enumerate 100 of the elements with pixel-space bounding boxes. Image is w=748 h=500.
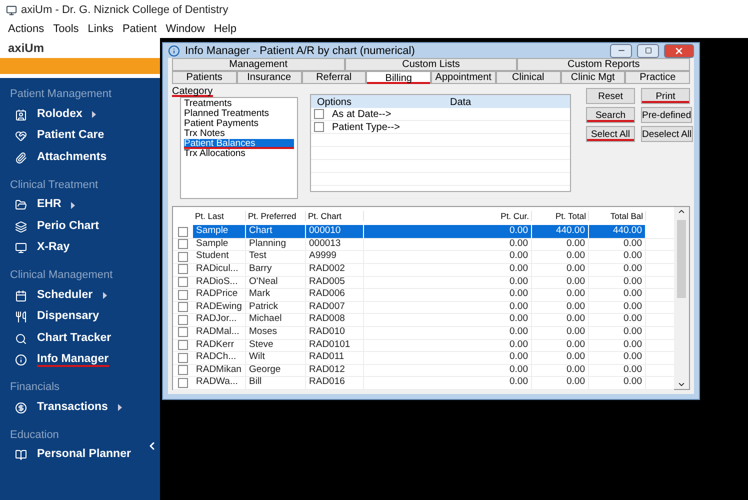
app-icon — [6, 4, 17, 16]
sidebar-item[interactable]: EHR — [37, 198, 62, 212]
table-row[interactable]: Sample Planning 000013 0.00 0.00 0.00 — [173, 238, 674, 250]
dialog-button[interactable]: Deselect All — [641, 126, 693, 142]
sidebar-item[interactable]: Transactions — [37, 400, 108, 415]
table-cell: 0.00 — [470, 238, 532, 252]
list-item[interactable]: Trx Notes — [184, 129, 294, 140]
checkbox[interactable] — [178, 378, 188, 388]
table-cell: 0.00 — [532, 326, 589, 340]
checkbox[interactable] — [178, 226, 188, 237]
checkbox[interactable] — [314, 122, 324, 132]
scrollbar[interactable] — [674, 207, 689, 389]
hands-icon — [15, 130, 27, 142]
column-header[interactable]: Total Bal — [589, 211, 646, 222]
tab[interactable]: Custom Reports — [517, 58, 690, 72]
minimize-button[interactable] — [610, 44, 632, 58]
checkbox[interactable] — [178, 264, 188, 274]
dialog-button[interactable]: Search — [586, 107, 635, 124]
maximize-button[interactable] — [637, 44, 659, 58]
checkbox[interactable] — [178, 302, 188, 312]
checkbox[interactable] — [178, 252, 188, 262]
submenu-arrow-icon — [102, 292, 107, 300]
tab[interactable]: Insurance — [236, 71, 302, 84]
tab[interactable]: Management — [172, 58, 345, 72]
sidebar-item[interactable]: Perio Chart — [37, 220, 99, 234]
tab[interactable]: Clinical — [496, 71, 560, 84]
table-cell: 0.00 — [532, 250, 589, 264]
table-row[interactable]: RADEwing Patrick RAD007 0.00 0.00 0.00 — [173, 300, 674, 314]
checkbox[interactable] — [178, 352, 188, 363]
list-item[interactable]: Treatments — [184, 99, 294, 110]
table-cell: 0.00 — [589, 326, 646, 340]
tab[interactable]: Appointment — [431, 71, 496, 84]
table-cell: 0.00 — [470, 225, 532, 239]
table-cell: RADPrice — [193, 288, 246, 302]
checkbox[interactable] — [178, 327, 188, 338]
checkbox[interactable] — [178, 239, 188, 250]
sidebar-item[interactable]: Chart Tracker — [37, 332, 112, 346]
list-item[interactable]: Patient Payments — [184, 119, 294, 130]
checkbox[interactable] — [178, 314, 188, 325]
table-row[interactable]: RADKerr Steve RAD0101 0.00 0.00 0.00 — [173, 338, 674, 352]
menu-item[interactable]: Tools — [53, 23, 79, 35]
table-cell: 0.00 — [532, 263, 589, 277]
menu-item[interactable]: Window — [166, 23, 205, 35]
table-cell: 0.00 — [532, 313, 589, 328]
option-row[interactable]: Patient Type--> — [311, 121, 444, 134]
table-row[interactable]: Student Test A9999 0.00 0.00 0.00 — [173, 250, 674, 264]
checkbox[interactable] — [178, 340, 188, 350]
tab[interactable]: Patients — [172, 71, 237, 84]
table-cell: 0.00 — [589, 300, 646, 314]
menu-item[interactable]: Actions — [8, 23, 44, 35]
tab[interactable]: Practice — [625, 71, 690, 84]
table-row[interactable]: RADicul... Barry RAD002 0.00 0.00 0.00 — [173, 263, 674, 276]
option-row[interactable]: As at Date--> — [311, 108, 444, 122]
column-header[interactable]: Pt. Total — [532, 211, 589, 222]
list-item[interactable]: Planned Treatments — [184, 109, 294, 120]
dialog-button[interactable]: Print — [641, 88, 690, 104]
column-header[interactable]: Pt. Cur. — [470, 211, 532, 222]
tab[interactable]: Billing — [366, 71, 431, 84]
table-row[interactable]: RADCh... Wilt RAD011 0.00 0.00 0.00 — [173, 351, 674, 364]
dialog-button[interactable]: Select All — [586, 126, 635, 142]
table-cell: Planning — [246, 238, 306, 252]
sidebar-item[interactable]: Info Manager — [37, 353, 109, 368]
checkbox[interactable] — [178, 365, 188, 376]
table-row[interactable]: RADWa... Bill RAD016 0.00 0.00 0.00 — [173, 376, 674, 389]
list-item[interactable]: Trx Allocations — [184, 149, 294, 160]
column-header[interactable]: Pt. Last — [193, 211, 246, 222]
column-header[interactable]: Pt. Chart — [306, 211, 364, 222]
menu-item[interactable]: Links — [88, 23, 114, 35]
contact-card-icon — [15, 108, 27, 121]
table-cell: RAD016 — [306, 376, 364, 390]
dialog-button[interactable]: Reset — [586, 88, 635, 104]
checkbox[interactable] — [178, 276, 188, 287]
sidebar-item[interactable]: Dispensary — [37, 310, 100, 324]
checkbox[interactable] — [178, 290, 188, 300]
table-row[interactable]: RADMal... Moses RAD010 0.00 0.00 0.00 — [173, 326, 674, 339]
table-row[interactable]: RADioS... O'Neal RAD005 0.00 0.00 0.00 — [173, 276, 674, 288]
table-cell: Student — [193, 250, 246, 264]
sidebar-item[interactable]: Rolodex — [37, 108, 82, 122]
tab[interactable]: Referral — [302, 71, 366, 84]
sidebar-item[interactable]: X-Ray — [37, 241, 70, 256]
list-item[interactable]: Patient Balances — [184, 139, 294, 150]
table-row[interactable]: Sample Chart 000010 0.00 440.00 440.00 — [173, 225, 674, 238]
sidebar-item[interactable]: Attachments — [37, 150, 107, 165]
tab[interactable]: Clinic Mgt — [560, 71, 626, 84]
dialog-button[interactable]: Pre-defined — [641, 107, 692, 124]
sidebar-item[interactable]: Scheduler — [37, 288, 93, 303]
menu-item[interactable]: Patient — [122, 23, 157, 35]
menu-item[interactable]: Help — [214, 23, 236, 35]
column-header[interactable]: Pt. Preferred — [246, 211, 306, 222]
table-row[interactable]: RADMikan George RAD012 0.00 0.00 0.00 — [173, 364, 674, 376]
table-row[interactable]: RADJor... Michael RAD008 0.00 0.00 0.00 — [173, 313, 674, 326]
sidebar-item[interactable]: Personal Planner — [37, 448, 131, 462]
table-cell: RADioS... — [193, 276, 246, 290]
tab[interactable]: Custom Lists — [344, 58, 518, 72]
checkbox[interactable] — [314, 109, 324, 120]
scroll-down-icon[interactable] — [677, 380, 686, 389]
sidebar-item[interactable]: Patient Care — [37, 129, 104, 144]
table-row[interactable]: RADPrice Mark RAD006 0.00 0.00 0.00 — [173, 288, 674, 301]
close-button[interactable] — [664, 44, 694, 58]
table-cell: 0.00 — [532, 376, 589, 390]
